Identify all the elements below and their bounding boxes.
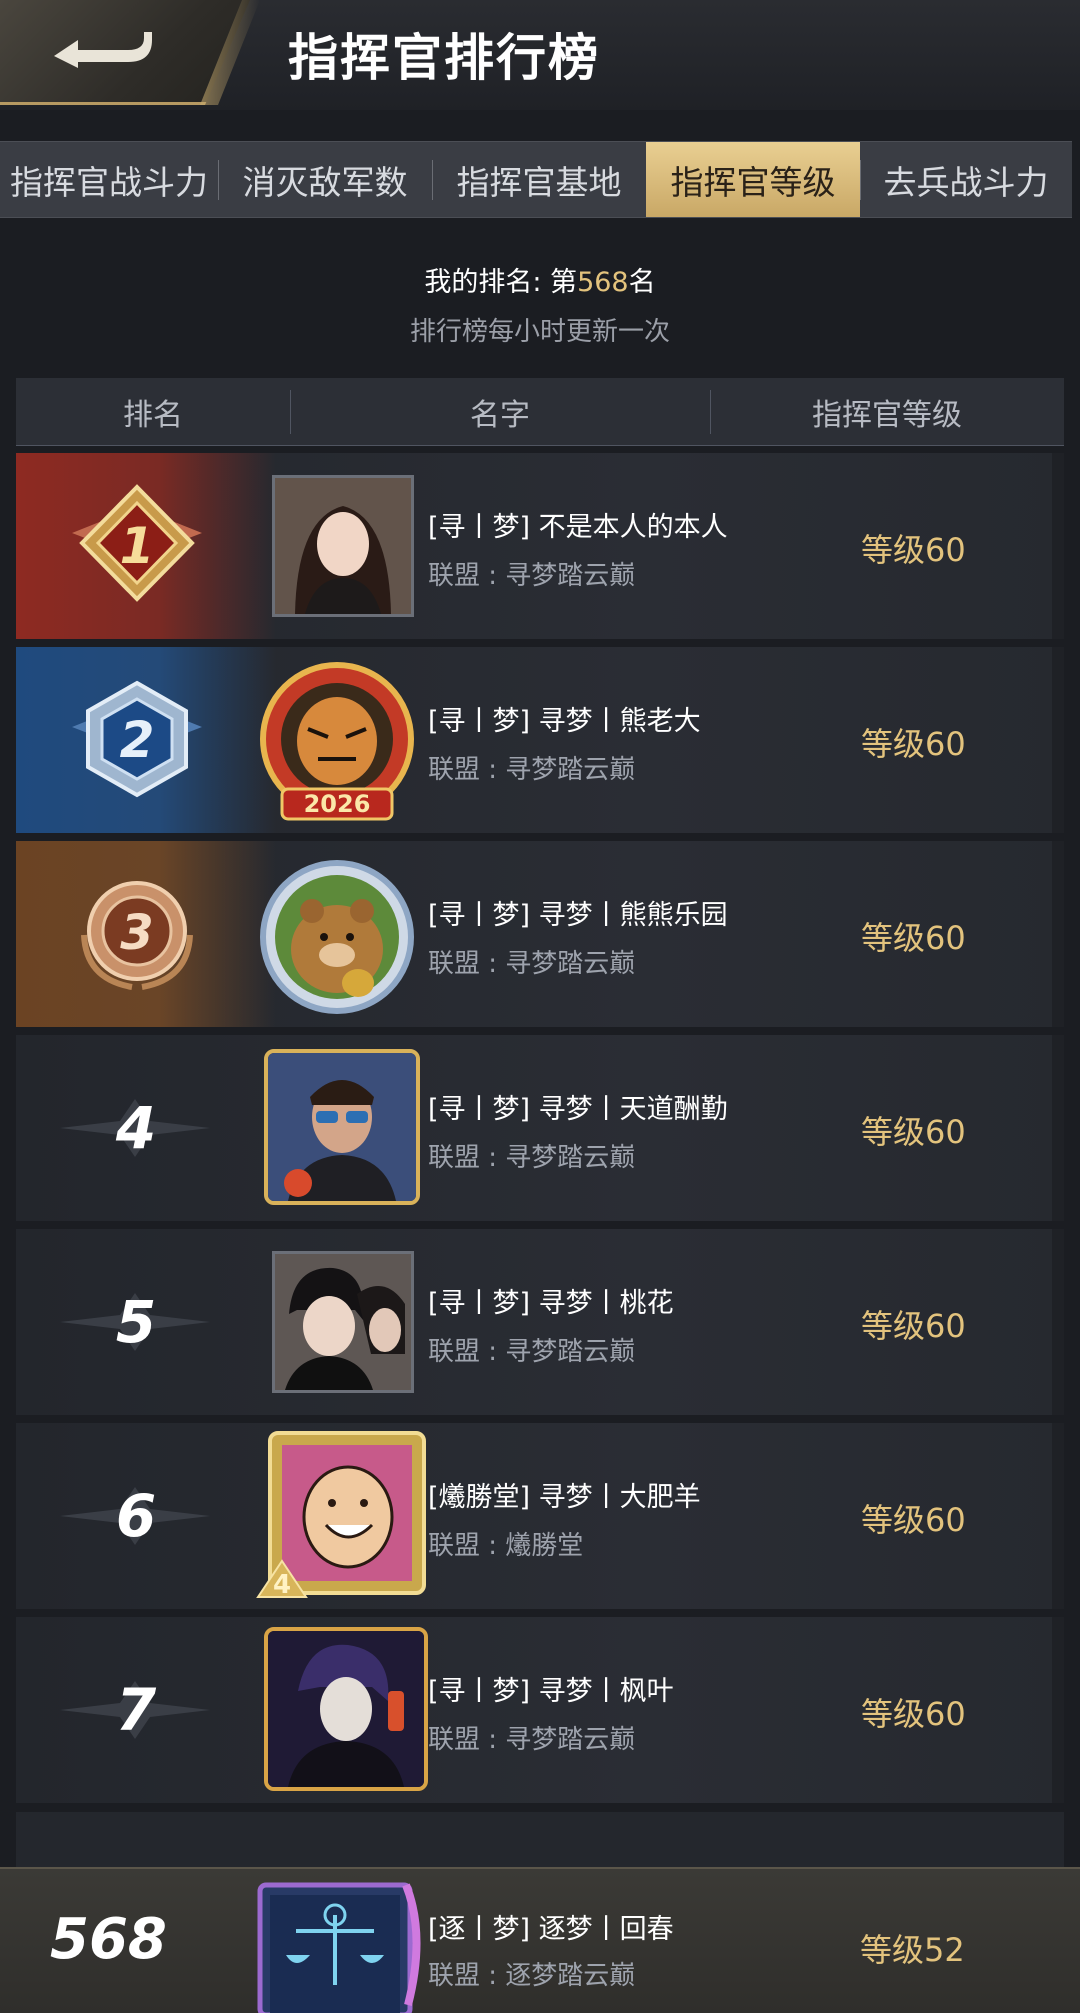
rank-cell: 6 [16, 1423, 276, 1609]
player-level: 等级60 [861, 1113, 966, 1151]
column-divider [290, 390, 291, 434]
player-avatar[interactable] [264, 1049, 420, 1205]
player-name: [寻丨梦] 寻梦丨枫叶 [428, 1676, 674, 1707]
player-alliance: 联盟 : 寻梦踏云巅 [428, 561, 636, 591]
tab-commander-base[interactable]: 指挥官基地 [432, 142, 646, 217]
player-avatar[interactable] [272, 475, 414, 617]
player-alliance: 联盟 : 寻梦踏云巅 [428, 1725, 636, 1755]
player-avatar[interactable] [272, 1251, 414, 1393]
rank-cell: 4 [16, 1035, 276, 1221]
player-level: 等级60 [861, 725, 966, 763]
ranking-row[interactable]: 6 4 [爔勝堂] 寻梦丨大肥羊 联盟 : 爔勝堂 等级60 [16, 1423, 1064, 1609]
rank-number: 6 [115, 1482, 157, 1550]
tab-commander-power[interactable]: 指挥官战斗力 [0, 142, 218, 217]
rank-cell: 1 [16, 453, 276, 639]
player-alliance: 联盟 : 寻梦踏云巅 [428, 755, 636, 785]
my-rank-value: 568 [577, 267, 629, 298]
tiger-avatar-icon: 2026 [260, 662, 414, 821]
player-level: 等级60 [861, 1501, 966, 1539]
column-divider [710, 390, 711, 434]
player-level: 等级60 [861, 1307, 966, 1345]
update-note: 排行榜每小时更新一次 [409, 317, 670, 347]
player-alliance: 联盟 : 爔勝堂 [428, 1531, 584, 1561]
rank-number: 7 [115, 1676, 157, 1744]
couple-avatar-icon [275, 1254, 411, 1390]
scales-avatar-icon [257, 1882, 421, 2013]
player-avatar[interactable] [264, 1627, 428, 1791]
man-sunglasses-avatar-icon [268, 1053, 416, 1201]
player-name: [寻丨梦] 寻梦丨天道酬勤 [428, 1094, 728, 1125]
dark-character-avatar-icon [268, 1631, 424, 1787]
back-arrow-icon [54, 32, 152, 68]
player-alliance: 联盟 : 寻梦踏云巅 [428, 949, 636, 979]
my-level: 等级52 [860, 1931, 965, 1969]
rank-number: 4 [115, 1094, 157, 1162]
ranking-row[interactable]: 1 [寻丨梦] 不是本人的本人 联盟 : 寻梦踏云巅 等级60 [16, 453, 1064, 639]
player-level: 等级60 [861, 1695, 966, 1733]
tab-troop-power[interactable]: 去兵战斗力 [860, 142, 1072, 217]
rank-badge-number: 3 [120, 905, 153, 961]
gold-rank-badge-icon: 1 [72, 484, 202, 602]
column-name: 名字 [470, 397, 530, 433]
ranking-row-partial [16, 1812, 1064, 1872]
silver-rank-badge-icon: 2 [72, 680, 202, 798]
player-avatar[interactable]: 4 [256, 1429, 432, 1605]
player-name: [寻丨梦] 寻梦丨桃花 [428, 1288, 674, 1319]
my-avatar[interactable] [256, 1875, 426, 2013]
rank-cell: 5 [16, 1229, 276, 1415]
player-alliance: 联盟 : 寻梦踏云巅 [428, 1337, 636, 1367]
player-name: [寻丨梦] 寻梦丨熊熊乐园 [428, 900, 728, 931]
my-alliance: 联盟 : 逐梦踏云巅 [428, 1961, 636, 1991]
my-rank-prefix: 我的排名: 第 [424, 267, 578, 298]
top-bar: 指挥官排行榜 [0, 0, 1080, 110]
rank-cell: 7 [16, 1617, 276, 1803]
ranking-tabs: 指挥官战斗力 消灭敌军数 指挥官基地 指挥官等级 去兵战斗力 [0, 141, 1072, 218]
page-title: 指挥官排行榜 [288, 29, 600, 87]
rank-badge-number: 1 [120, 517, 155, 575]
rank-number: 5 [115, 1288, 157, 1356]
column-rank: 排名 [123, 397, 183, 433]
player-name: [爔勝堂] 寻梦丨大肥羊 [428, 1482, 701, 1513]
ranking-row[interactable]: 4 [寻丨梦] 寻梦丨天道酬勤 联盟 : 寻梦踏云巅 等级60 [16, 1035, 1064, 1221]
cartoon-face-avatar-icon: 4 [256, 1431, 426, 1600]
tab-commander-level[interactable]: 指挥官等级 [646, 142, 860, 217]
player-avatar[interactable] [248, 853, 426, 1019]
my-rank-text: 我的排名: 第568名 [0, 260, 1080, 299]
player-name: [寻丨梦] 不是本人的本人 [428, 512, 728, 543]
ranking-row[interactable]: 7 [寻丨梦] 寻梦丨枫叶 联盟 : 寻梦踏云巅 等级60 [16, 1617, 1064, 1803]
rank-badge-number: 2 [120, 711, 155, 769]
my-rank-suffix: 名 [628, 267, 656, 298]
player-alliance: 联盟 : 寻梦踏云巅 [428, 1143, 636, 1173]
tab-enemies-killed[interactable]: 消灭敌军数 [218, 142, 432, 217]
bear-avatar-icon [260, 860, 414, 1014]
column-level: 指挥官等级 [812, 397, 962, 433]
my-rank-number: 568 [50, 1907, 167, 1972]
my-rank-bar[interactable]: 568 [逐丨梦] 逐梦丨回春 联盟 : 逐梦踏云巅 等级52 [0, 1867, 1080, 2013]
bronze-rank-badge-icon: 3 [81, 881, 193, 990]
column-header: 排名 名字 指挥官等级 [16, 378, 1064, 446]
rank-cell: 2 [16, 647, 276, 833]
rank-cell: 3 [16, 841, 276, 1027]
portrait-avatar-icon [275, 478, 411, 614]
player-avatar[interactable]: 2026 [248, 659, 426, 825]
ranking-row[interactable]: 3 [寻丨梦] 寻梦丨熊熊乐园 联盟 : 寻梦踏云巅 等级60 [16, 841, 1064, 1027]
player-level: 等级60 [861, 919, 966, 957]
avatar-level-badge: 4 [273, 1570, 291, 1600]
avatar-year-badge: 2026 [304, 790, 371, 818]
player-name: [寻丨梦] 寻梦丨熊老大 [428, 706, 701, 737]
ranking-row[interactable]: 5 [寻丨梦] 寻梦丨桃花 联盟 : 寻梦踏云巅 等级60 [16, 1229, 1064, 1415]
my-name: [逐丨梦] 逐梦丨回春 [428, 1914, 674, 1945]
player-level: 等级60 [861, 531, 966, 569]
ranking-row[interactable]: 2 2026 [寻丨梦] 寻梦丨熊老大 联盟 : 寻梦踏云巅 等级60 [16, 647, 1064, 833]
